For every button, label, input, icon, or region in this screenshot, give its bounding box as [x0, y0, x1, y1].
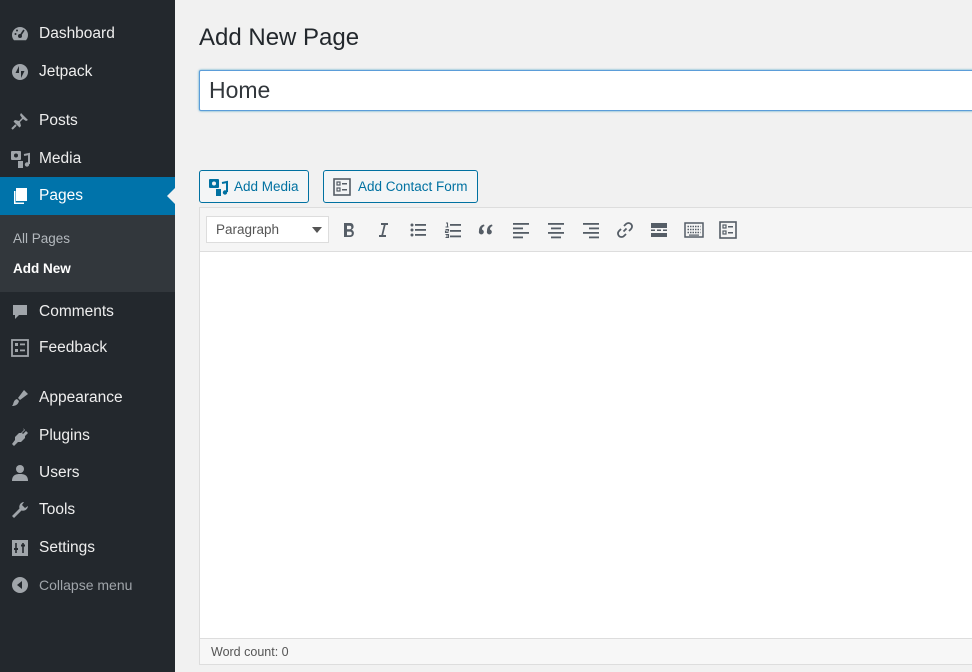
sidebar-item-label: Appearance [39, 389, 123, 406]
italic-button[interactable] [372, 219, 394, 241]
chevron-down-icon [312, 227, 322, 233]
comment-icon [13, 305, 27, 319]
content-editor: Paragraph Word count: 0 [199, 207, 972, 665]
pages-icon [14, 188, 27, 204]
bulleted-list-icon [410, 223, 426, 237]
align-right-button[interactable] [580, 219, 602, 241]
sidebar-item-label: Pages [39, 187, 83, 204]
align-center-button[interactable] [545, 219, 567, 241]
dashboard-icon [12, 27, 28, 41]
admin-sidebar: Dashboard Jetpack Posts Media Pages All … [0, 0, 175, 672]
sidebar-item-dashboard[interactable]: Dashboard [0, 16, 175, 52]
align-left-icon [513, 223, 529, 239]
bulleted-list-button[interactable] [407, 219, 429, 241]
media-icon [209, 178, 228, 196]
format-select-value: Paragraph [216, 222, 280, 237]
quote-icon [478, 224, 493, 235]
plugin-icon [12, 428, 28, 446]
submenu-item-all-pages[interactable]: All Pages [13, 231, 70, 246]
brush-icon [12, 390, 28, 406]
add-contact-form-label: Add Contact Form [358, 179, 468, 194]
jetpack-icon [12, 64, 28, 80]
bold-button[interactable] [338, 219, 360, 241]
contact-form-button[interactable] [717, 219, 739, 241]
read-more-icon [651, 223, 667, 237]
editor-content-area[interactable] [200, 252, 972, 639]
collapse-menu-button[interactable]: Collapse menu [0, 567, 175, 603]
submenu-item-add-new[interactable]: Add New [13, 261, 71, 276]
add-contact-form-button[interactable]: Add Contact Form [323, 170, 478, 203]
media-icon [11, 151, 30, 168]
sidebar-item-label: Feedback [39, 339, 108, 356]
insert-link-button[interactable] [614, 219, 636, 241]
align-center-icon [548, 223, 564, 239]
sidebar-item-label: Plugins [39, 427, 90, 444]
sidebar-item-label: Collapse menu [39, 577, 133, 593]
align-right-icon [583, 223, 599, 239]
bold-icon [344, 222, 354, 237]
align-left-button[interactable] [510, 219, 532, 241]
add-media-label: Add Media [234, 179, 299, 194]
add-media-button[interactable]: Add Media [199, 170, 309, 203]
italic-icon [379, 223, 388, 237]
sidebar-item-label: Jetpack [39, 63, 93, 80]
editor-toolbar: Paragraph [200, 208, 972, 252]
contact-form-icon [719, 221, 737, 239]
sidebar-item-pages[interactable]: Pages [0, 177, 175, 215]
sidebar-item-users[interactable]: Users [0, 455, 175, 491]
sidebar-item-appearance[interactable]: Appearance [0, 380, 175, 416]
sidebar-item-label: Comments [39, 303, 114, 320]
settings-icon [12, 540, 28, 556]
pages-submenu: All Pages Add New [0, 215, 175, 292]
collapse-icon [12, 577, 28, 593]
keyboard-icon [684, 222, 704, 238]
wrench-icon [12, 502, 28, 518]
sidebar-item-feedback[interactable]: Feedback [0, 330, 175, 366]
sidebar-item-comments[interactable]: Comments [0, 294, 175, 330]
sidebar-item-media[interactable]: Media [0, 141, 175, 177]
sidebar-item-label: Tools [39, 501, 76, 518]
word-count: Word count: 0 [211, 644, 289, 659]
numbered-list-icon [444, 222, 461, 239]
read-more-button[interactable] [648, 219, 670, 241]
sidebar-item-tools[interactable]: Tools [0, 492, 175, 528]
sidebar-item-label: Users [39, 464, 80, 481]
sidebar-item-label: Posts [39, 112, 78, 129]
pin-icon [11, 113, 28, 130]
blockquote-button[interactable] [476, 219, 498, 241]
link-icon [617, 222, 633, 238]
format-select[interactable]: Paragraph [206, 216, 329, 243]
feedback-icon [11, 339, 29, 357]
sidebar-item-settings[interactable]: Settings [0, 530, 175, 566]
user-icon [12, 465, 28, 481]
editor-status-bar: Word count: 0 [200, 638, 972, 664]
sidebar-item-label: Dashboard [39, 25, 115, 42]
toolbar-toggle-button[interactable] [683, 219, 705, 241]
sidebar-item-posts[interactable]: Posts [0, 103, 175, 139]
page-title: Add New Page [199, 24, 360, 51]
sidebar-item-plugins[interactable]: Plugins [0, 418, 175, 454]
sidebar-item-jetpack[interactable]: Jetpack [0, 54, 175, 90]
sidebar-item-label: Settings [39, 539, 96, 556]
contact-form-icon [333, 177, 351, 196]
sidebar-item-label: Media [39, 150, 82, 167]
numbered-list-button[interactable] [442, 219, 464, 241]
title-input[interactable] [199, 70, 972, 111]
